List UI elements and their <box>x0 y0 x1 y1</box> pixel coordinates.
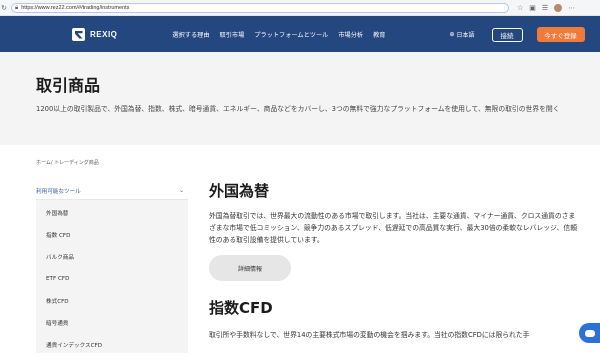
profile-avatar[interactable] <box>554 3 563 12</box>
refresh-icon[interactable]: ↻ <box>0 4 8 12</box>
lock-icon: 🔒︎ <box>15 3 19 11</box>
sidebar-heading-label: 利用可能なツール <box>36 188 81 195</box>
logo-icon[interactable] <box>72 28 85 41</box>
breadcrumb[interactable]: ホーム/ トレーディング商品 <box>36 159 99 166</box>
sidebar-heading[interactable]: 利用可能なツール ⌄ <box>36 182 188 200</box>
url-text: https://www.rez22.com/#/trading/instrume… <box>21 4 130 11</box>
menu-item-education[interactable]: 教育 <box>373 30 385 39</box>
page-title: 取引商品 <box>36 76 101 95</box>
main-menu: 選択する理由 取引市場 プラットフォームとツール 市場分析 教育 <box>172 30 385 39</box>
favorites-icon[interactable]: ☰ <box>542 4 548 12</box>
address-bar[interactable]: 🔒︎ https://www.rez22.com/#/trading/instr… <box>11 2 509 13</box>
extension-icon[interactable]: ▣ <box>529 4 536 12</box>
section-desc-index-cfd: 取引所や手数料なしで、世界14の主要株式市場の変動の機会を掴みます。当社の指数C… <box>209 331 530 340</box>
browser-actions: ☆ ▣ ☰ ⋯ <box>517 3 575 12</box>
sidebar: 利用可能なツール ⌄ 外国為替 指数 CFD バルク商品 ETF CFD 株式C… <box>36 182 188 353</box>
language-selector[interactable]: ⊕ 日本語 <box>449 30 474 39</box>
menu-item-markets[interactable]: 取引市場 <box>220 30 245 39</box>
section-desc-forex: 外国為替取引では、世界最大の流動性のある市場で取引します。当社は、主要な通貨、マ… <box>209 212 577 244</box>
star-icon[interactable]: ☆ <box>517 4 523 12</box>
brand-name[interactable]: REXIQ <box>90 30 117 39</box>
menu-item-analysis[interactable]: 市場分析 <box>338 30 363 39</box>
sidebar-item-etf-cfd[interactable]: ETF CFD <box>36 268 188 290</box>
menu-item-platforms[interactable]: プラットフォームとツール <box>254 30 328 39</box>
sidebar-list: 外国為替 指数 CFD バルク商品 ETF CFD 株式CFD 暗号通貨 通貨イ… <box>36 200 188 353</box>
language-label: 日本語 <box>456 33 475 39</box>
more-icon[interactable]: ⋯ <box>568 4 575 12</box>
menu-item-why[interactable]: 選択する理由 <box>172 30 209 39</box>
details-button[interactable]: 詳細情報 <box>209 255 291 282</box>
sidebar-item-index-cfd[interactable]: 指数 CFD <box>36 224 188 246</box>
chevron-down-icon: ⌄ <box>178 187 184 194</box>
login-button[interactable]: 接続 <box>491 27 523 42</box>
section-title-index-cfd: 指数CFD <box>209 299 273 318</box>
browser-toolbar: ↻ 🔒︎ https://www.rez22.com/#/trading/ins… <box>0 0 600 16</box>
globe-icon: ⊕ <box>449 32 455 38</box>
sidebar-item-currency-index[interactable]: 通貨インデックスCFD <box>36 334 188 356</box>
hero-description: 1200以上の取引製品で、外国為替、指数、株式、暗号通貨、エネルギー、商品などを… <box>36 105 560 113</box>
signup-button[interactable]: 今すぐ登録 <box>536 27 585 42</box>
site-header: REXIQ 選択する理由 取引市場 プラットフォームとツール 市場分析 教育 ⊕… <box>0 16 600 53</box>
sidebar-item-stock-cfd[interactable]: 株式CFD <box>36 290 188 312</box>
sidebar-item-forex[interactable]: 外国為替 <box>36 202 188 224</box>
chat-icon[interactable] <box>579 323 600 343</box>
sidebar-item-bulk[interactable]: バルク商品 <box>36 246 188 268</box>
sidebar-item-crypto[interactable]: 暗号通貨 <box>36 312 188 334</box>
section-title-forex: 外国為替 <box>209 182 270 200</box>
main-content: 外国為替 外国為替取引では、世界最大の流動性のある市場で取引します。当社は、主要… <box>209 180 579 342</box>
hero-banner: 取引商品 1200以上の取引製品で、外国為替、指数、株式、暗号通貨、エネルギー、… <box>0 52 600 145</box>
